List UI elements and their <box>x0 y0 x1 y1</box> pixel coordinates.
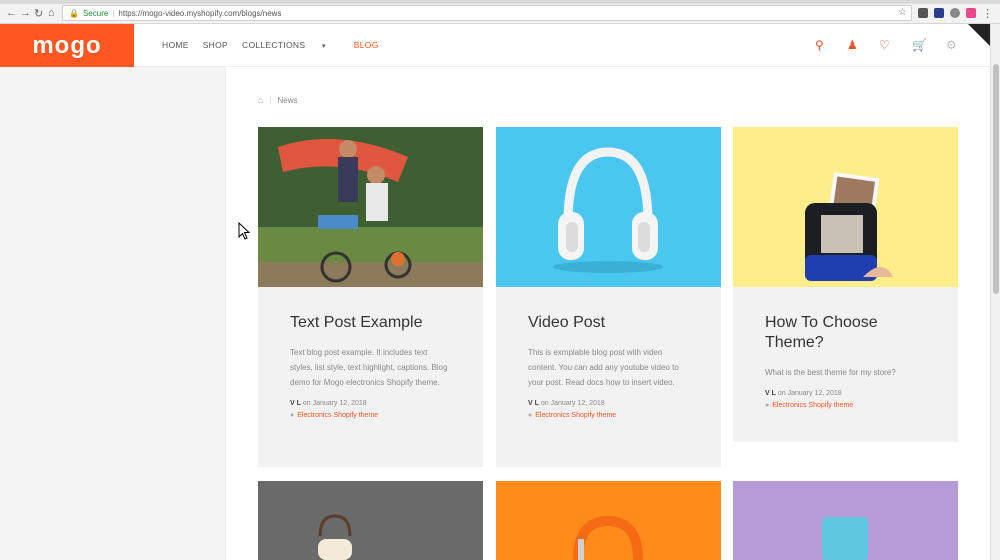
site-header: mogo HOME SHOP COLLECTIONS ▾ BLOG ⚲ ♟ ♡ … <box>0 24 990 67</box>
post-tag[interactable]: ● Electronics Shopify theme <box>528 412 689 419</box>
instant-camera-photo <box>733 127 958 287</box>
post-date-prefix: on <box>777 390 786 397</box>
post-date-prefix: on <box>540 400 549 407</box>
post-body: How To Choose Theme? What is the best th… <box>733 287 958 437</box>
url-text: https://mogo-video.myshopify.com/blogs/n… <box>118 8 282 18</box>
post-body: Video Post This is exmplable blog post w… <box>496 287 721 447</box>
lock-icon: 🔒 <box>69 8 79 18</box>
post-tag[interactable]: ● Electronics Shopify theme <box>290 412 451 419</box>
reload-icon[interactable]: ↻ <box>34 7 43 20</box>
blog-post-card[interactable] <box>496 481 721 560</box>
post-tag-label: Electronics Shopify theme <box>535 412 617 419</box>
side-panel <box>0 67 226 560</box>
post-date-prefix: on <box>302 400 311 407</box>
store-logo[interactable]: mogo <box>0 24 134 67</box>
menu-item-collections-label: COLLECTIONS <box>242 40 306 50</box>
extension-icon[interactable] <box>966 8 976 18</box>
post-excerpt: This is exmplable blog post with video c… <box>528 348 679 387</box>
extension-icon[interactable] <box>934 8 944 18</box>
blog-post-card[interactable]: How To Choose Theme? What is the best th… <box>733 127 958 442</box>
tag-icon: ● <box>290 412 295 419</box>
menu-item-blog[interactable]: BLOG <box>354 40 379 50</box>
headphones-photo <box>496 127 721 287</box>
post-author: V L <box>765 390 776 397</box>
scrollbar-thumb[interactable] <box>993 64 999 294</box>
extension-icon[interactable] <box>918 8 928 18</box>
post-date: January 12, 2018 <box>312 400 367 407</box>
post-tag-label: Electronics Shopify theme <box>772 402 854 409</box>
user-icon[interactable]: ♟ <box>847 38 858 52</box>
mouse-cursor-icon <box>238 222 250 240</box>
bookmark-star-icon[interactable]: ☆ <box>898 7 907 18</box>
post-excerpt: What is the best theme for my store? <box>765 368 896 377</box>
post-title[interactable]: Text Post Example <box>290 313 451 333</box>
tab-strip <box>0 0 1000 4</box>
extension-icon[interactable] <box>950 8 960 18</box>
menu-item-collections[interactable]: COLLECTIONS ▾ <box>242 40 340 50</box>
post-title[interactable]: How To Choose Theme? <box>765 313 926 353</box>
post-title[interactable]: Video Post <box>528 313 689 333</box>
post-image[interactable] <box>733 127 958 287</box>
phone-photo <box>733 481 958 560</box>
tag-icon: ● <box>765 402 770 409</box>
fitness-band-photo <box>496 481 721 560</box>
post-image[interactable] <box>258 481 483 560</box>
home-icon[interactable]: ⌂ <box>48 7 55 19</box>
cart-icon[interactable]: 🛒 <box>912 38 927 52</box>
post-meta: V L on January 12, 2018 <box>528 400 689 407</box>
post-date: January 12, 2018 <box>787 390 842 397</box>
lamp-photo <box>258 481 483 560</box>
address-bar[interactable]: 🔒 Secure | https://mogo-video.myshopify.… <box>62 5 912 21</box>
menu-item-home[interactable]: HOME <box>162 40 189 50</box>
post-image[interactable] <box>496 127 721 287</box>
address-separator: | <box>112 8 115 18</box>
tag-icon: ● <box>528 412 533 419</box>
post-tag[interactable]: ● Electronics Shopify theme <box>765 402 926 409</box>
couple-bike-photo <box>258 127 483 287</box>
post-image[interactable] <box>733 481 958 560</box>
breadcrumb-current: News <box>277 95 298 105</box>
settings-corner[interactable] <box>968 24 990 46</box>
search-icon[interactable]: ⚲ <box>815 38 824 52</box>
blog-post-card[interactable] <box>733 481 958 560</box>
breadcrumb-separator: | <box>269 95 272 105</box>
forward-icon[interactable]: → <box>20 7 31 19</box>
post-image[interactable] <box>496 481 721 560</box>
page-scrollbar[interactable] <box>990 24 1000 560</box>
blog-post-card[interactable]: Text Post Example Text blog post example… <box>258 127 483 467</box>
post-meta: V L on January 12, 2018 <box>765 390 926 397</box>
post-author: V L <box>528 400 539 407</box>
main-menu: HOME SHOP COLLECTIONS ▾ BLOG <box>162 40 393 50</box>
post-image[interactable] <box>258 127 483 287</box>
secure-label: Secure <box>82 8 109 18</box>
post-excerpt: Text blog post example. It includes text… <box>290 348 448 387</box>
heart-icon[interactable]: ♡ <box>879 38 890 52</box>
breadcrumb: ⌂ | News <box>258 95 298 105</box>
post-body: Text Post Example Text blog post example… <box>258 287 483 447</box>
menu-item-shop[interactable]: SHOP <box>203 40 228 50</box>
chevron-down-icon: ▾ <box>321 43 326 50</box>
gear-icon[interactable]: ⚙ <box>946 38 957 52</box>
home-icon[interactable]: ⌂ <box>258 95 263 105</box>
menu-dots-icon[interactable]: ⋮ <box>982 7 993 20</box>
post-tag-label: Electronics Shopify theme <box>297 412 379 419</box>
browser-toolbar: ← → ↻ ⌂ 🔒 Secure | https://mogo-video.my… <box>0 0 1000 24</box>
blog-post-card[interactable]: Video Post This is exmplable blog post w… <box>496 127 721 467</box>
post-date: January 12, 2018 <box>550 400 605 407</box>
post-meta: V L on January 12, 2018 <box>290 400 451 407</box>
blog-post-card[interactable] <box>258 481 483 560</box>
back-icon[interactable]: ← <box>6 7 17 19</box>
post-author: V L <box>290 400 301 407</box>
